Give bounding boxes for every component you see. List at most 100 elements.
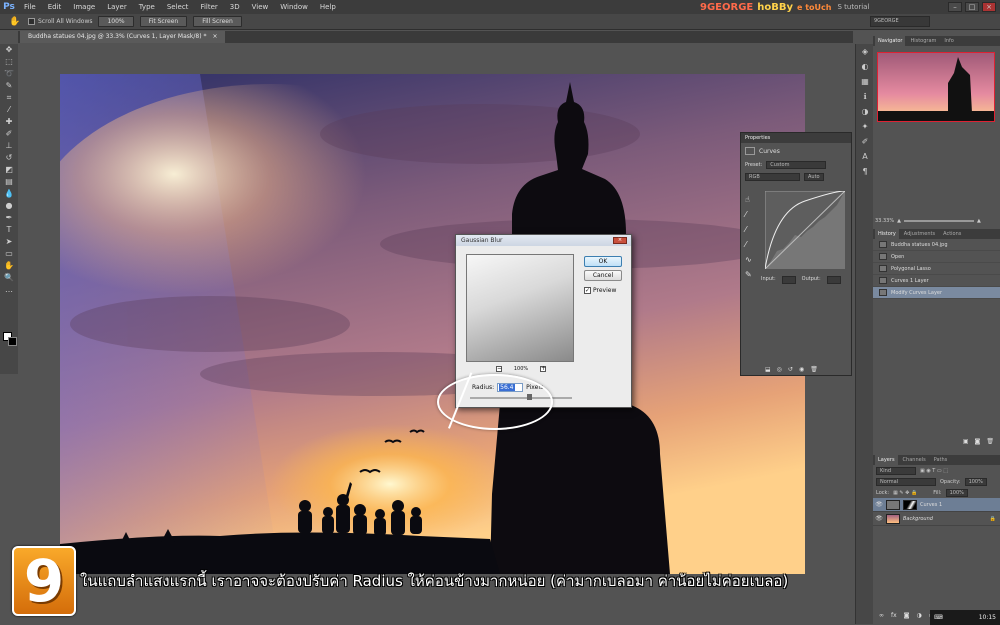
move-tool-icon[interactable]: ✥	[0, 44, 18, 56]
menu-filter[interactable]: Filter	[194, 0, 223, 14]
history-brush-tool-icon[interactable]: ↺	[0, 152, 18, 164]
styles-panel-icon[interactable]: ✦	[856, 119, 874, 134]
navigator-panel-icon[interactable]: ◈	[856, 44, 874, 59]
eyedropper-tool-icon[interactable]: ⁄	[0, 104, 18, 116]
lock-icons[interactable]: ▦ ✎ ✥ 🔒	[893, 490, 917, 496]
kind-filter-dropdown[interactable]: Kind	[876, 466, 916, 475]
tab-actions[interactable]: Actions	[940, 229, 964, 239]
path-select-tool-icon[interactable]: ➤	[0, 236, 18, 248]
cancel-button[interactable]: Cancel	[584, 270, 622, 281]
scroll-all-windows-checkbox[interactable]: Scroll All Windows	[28, 18, 92, 25]
link-layers-icon[interactable]: ∞	[879, 612, 884, 619]
trash-icon[interactable]: 🗑	[986, 438, 994, 445]
tab-history[interactable]: History	[875, 229, 899, 239]
visibility-icon[interactable]: ◉	[799, 366, 804, 373]
white-point-eyedropper-icon[interactable]: ⁄	[745, 240, 752, 249]
color-panel-icon[interactable]: ◐	[856, 59, 874, 74]
blur-tool-icon[interactable]: 💧	[0, 188, 18, 200]
tab-layers[interactable]: Layers	[875, 455, 898, 465]
menu-window[interactable]: Window	[274, 0, 314, 14]
channel-dropdown[interactable]: RGB	[745, 173, 800, 181]
eye-icon[interactable]: 👁	[875, 515, 883, 522]
fx-icon[interactable]: fx	[891, 612, 897, 619]
crop-tool-icon[interactable]: ⌗	[0, 92, 18, 104]
dialog-close-button[interactable]: ×	[613, 237, 627, 244]
navigator-zoom-value[interactable]: 33.33%	[875, 218, 894, 224]
menu-image[interactable]: Image	[67, 0, 101, 14]
reset-icon[interactable]: ↺	[788, 366, 793, 373]
background-color-swatch[interactable]	[8, 337, 17, 346]
eraser-tool-icon[interactable]: ◩	[0, 164, 18, 176]
gradient-tool-icon[interactable]: ▤	[0, 176, 18, 188]
fill-screen-button[interactable]: Fill Screen	[193, 16, 242, 27]
more-tools-icon[interactable]: …	[0, 284, 18, 296]
navigator-thumbnail[interactable]	[877, 52, 995, 122]
auto-button[interactable]: Auto	[804, 173, 824, 181]
layer-row-curves[interactable]: 👁 Curves 1	[873, 498, 1000, 512]
ok-button[interactable]: OK	[584, 256, 622, 267]
curves-graph[interactable]	[765, 191, 845, 269]
brush-tool-icon[interactable]: ✐	[0, 128, 18, 140]
history-item[interactable]: Polygonal Lasso	[873, 263, 1000, 275]
new-document-icon[interactable]: ▣	[963, 438, 969, 445]
black-point-eyedropper-icon[interactable]: ⁄	[745, 210, 752, 219]
healing-brush-tool-icon[interactable]: ✚	[0, 116, 18, 128]
menu-view[interactable]: View	[246, 0, 275, 14]
fill-field[interactable]: 100%	[945, 488, 968, 497]
clone-stamp-tool-icon[interactable]: ⊥	[0, 140, 18, 152]
zoom-out-mountain-icon[interactable]: ▲	[897, 218, 901, 224]
lasso-tool-icon[interactable]: ➰	[0, 68, 18, 80]
tab-navigator[interactable]: Navigator	[875, 36, 906, 46]
character-panel-icon[interactable]: A	[856, 149, 874, 164]
preset-dropdown[interactable]: Custom	[766, 161, 827, 169]
maximize-button[interactable]: □	[965, 2, 979, 12]
history-item[interactable]: Open	[873, 251, 1000, 263]
dodge-tool-icon[interactable]: ●	[0, 200, 18, 212]
zoom-out-icon[interactable]: −	[496, 366, 502, 372]
menu-3d[interactable]: 3D	[224, 0, 246, 14]
image-canvas[interactable]	[60, 74, 805, 574]
info-panel-icon[interactable]: ℹ	[856, 89, 874, 104]
type-tool-icon[interactable]: T	[0, 224, 18, 236]
navigator-zoom-slider[interactable]	[903, 220, 974, 222]
shape-tool-icon[interactable]: ▭	[0, 248, 18, 260]
hand-tool-icon[interactable]: ✋	[0, 260, 18, 272]
workspace-select[interactable]: 9GEORGE	[870, 16, 930, 27]
target-adjust-icon[interactable]: ☝	[745, 195, 752, 204]
marquee-tool-icon[interactable]: ⬚	[0, 56, 18, 68]
history-snapshot[interactable]: Buddha statues 04.jpg	[873, 239, 1000, 251]
history-item[interactable]: Curves 1 Layer	[873, 275, 1000, 287]
minimize-button[interactable]: –	[948, 2, 962, 12]
clip-to-layer-icon[interactable]: ⬓	[765, 366, 771, 373]
blend-mode-dropdown[interactable]: Normal	[876, 477, 936, 486]
menu-layer[interactable]: Layer	[101, 0, 133, 14]
input-field[interactable]	[781, 276, 796, 284]
tab-channels[interactable]: Channels	[900, 455, 929, 465]
preview-checkbox[interactable]: ✓ Preview	[584, 287, 616, 294]
close-tab-icon[interactable]: ×	[212, 31, 217, 43]
opacity-field[interactable]: 100%	[964, 477, 987, 486]
tab-histogram[interactable]: Histogram	[907, 36, 939, 46]
quick-select-tool-icon[interactable]: ✎	[0, 80, 18, 92]
hand-tool-icon[interactable]: ✋	[8, 16, 22, 28]
adjustments-panel-icon[interactable]: ◑	[856, 104, 874, 119]
swatches-panel-icon[interactable]: ▦	[856, 74, 874, 89]
layer-mask-thumbnail[interactable]	[903, 499, 917, 510]
menu-edit[interactable]: Edit	[42, 0, 68, 14]
menu-help[interactable]: Help	[314, 0, 342, 14]
zoom-in-icon[interactable]: +	[539, 366, 546, 372]
layer-row-background[interactable]: 👁 Background 🔒	[873, 512, 1000, 526]
zoom-in-mountain-icon[interactable]: ▲	[977, 218, 981, 224]
fit-screen-button[interactable]: Fit Screen	[139, 16, 188, 27]
paragraph-panel-icon[interactable]: ¶	[856, 164, 874, 179]
filter-icons[interactable]: ▣ ◉ T ▭ ⬚	[920, 468, 948, 474]
output-field[interactable]	[826, 276, 841, 284]
pen-tool-icon[interactable]: ✒	[0, 212, 18, 224]
language-icon[interactable]: ⌨	[934, 614, 943, 621]
eye-icon[interactable]: 👁	[875, 501, 883, 508]
menu-select[interactable]: Select	[161, 0, 195, 14]
curve-point-icon[interactable]: ∿	[745, 255, 752, 264]
camera-snapshot-icon[interactable]: ◙	[975, 438, 981, 445]
tab-adjustments[interactable]: Adjustments	[901, 229, 938, 239]
close-window-button[interactable]: ×	[982, 2, 996, 12]
